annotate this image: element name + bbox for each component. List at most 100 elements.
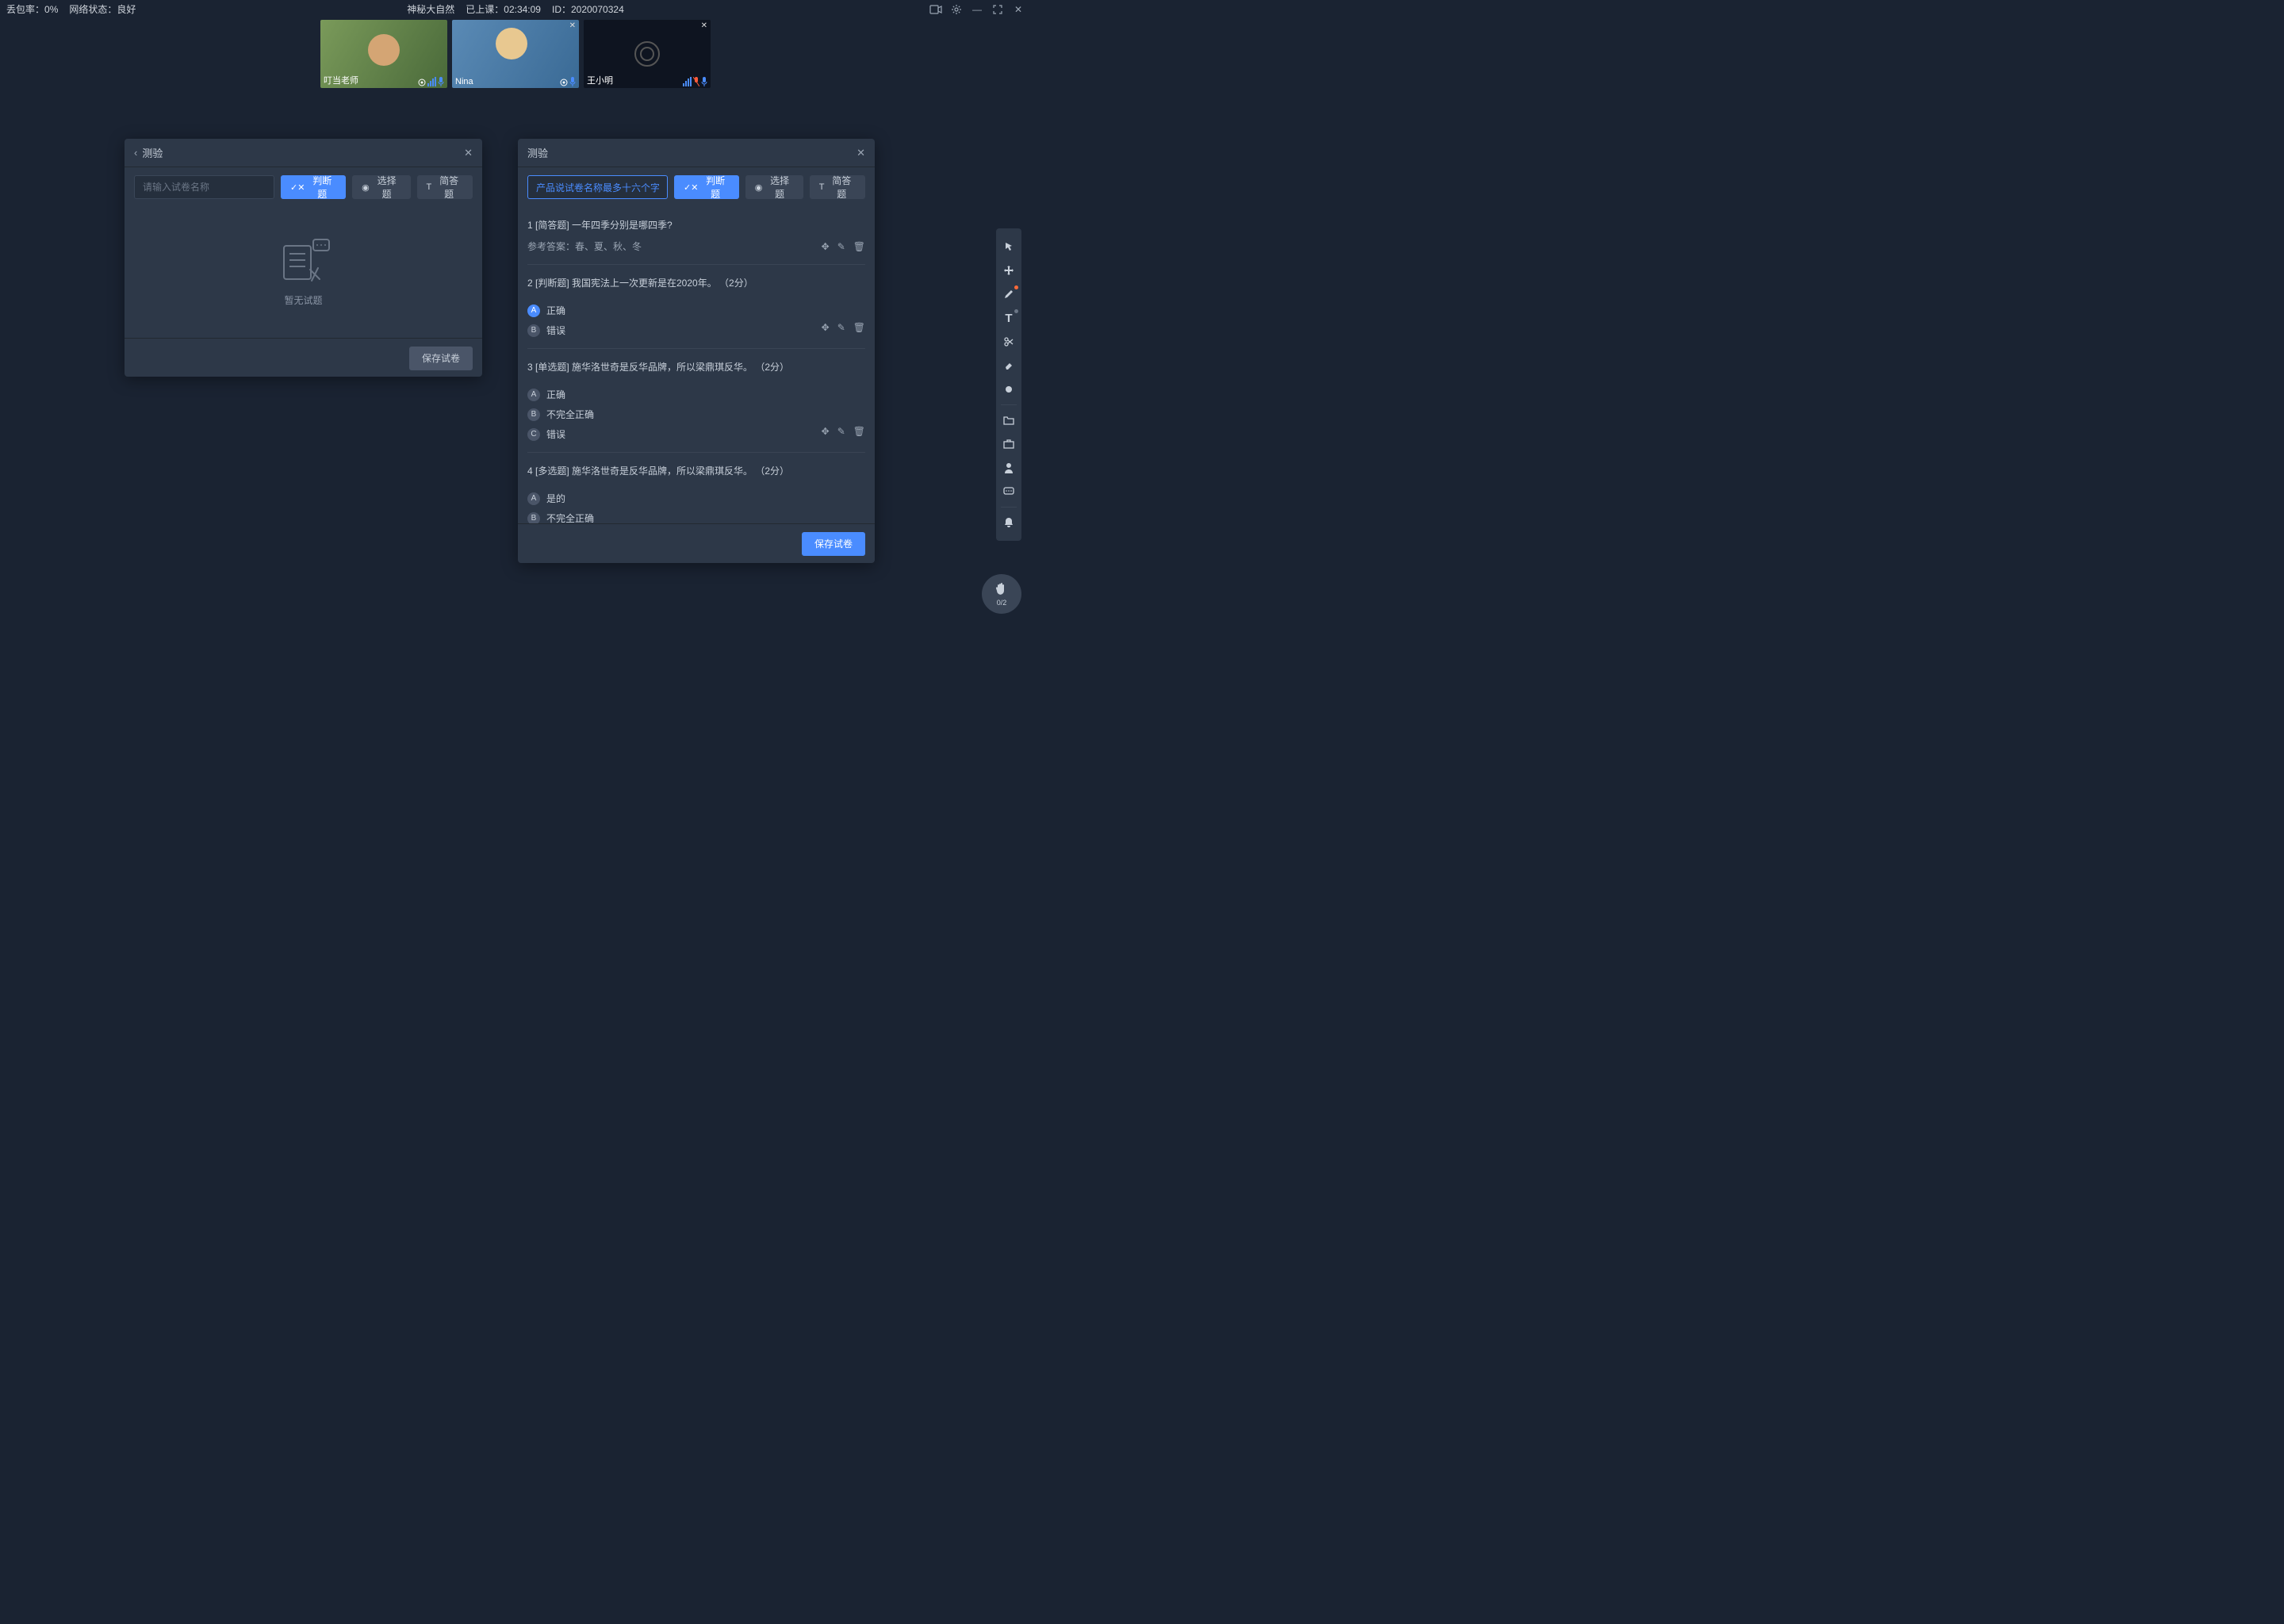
class-name: 神秘大自然 bbox=[407, 2, 454, 16]
question-option[interactable]: B不完全正确 bbox=[527, 511, 594, 523]
question-item: 3 [单选题] 施华洛世奇是反华品牌，所以梁鼎琪反华。 （2分） A 正确 B 不完全正… bbox=[527, 349, 865, 453]
packet-loss: 丢包率：0% bbox=[6, 2, 58, 16]
edit-icon[interactable]: ✎ bbox=[837, 426, 845, 437]
judge-icon: ✓✕ bbox=[684, 182, 698, 193]
toolbox-icon[interactable] bbox=[996, 432, 1021, 456]
option-text: 正确 bbox=[546, 388, 565, 401]
color-picker-icon[interactable] bbox=[996, 377, 1021, 401]
settings-icon[interactable] bbox=[950, 3, 963, 16]
option-badge: A bbox=[527, 492, 540, 505]
close-icon[interactable]: ✕ bbox=[856, 147, 865, 159]
maximize-icon[interactable] bbox=[991, 3, 1004, 16]
video-tile-student[interactable]: ✕ Nina bbox=[452, 20, 579, 88]
option-row: A 是的 bbox=[527, 485, 865, 505]
choice-question-button[interactable]: ◉选择题 bbox=[352, 175, 410, 199]
panel-title: 测验 bbox=[527, 145, 548, 160]
quiz-name-input[interactable] bbox=[134, 175, 274, 199]
short-answer-button[interactable]: T简答题 bbox=[417, 175, 473, 199]
raise-hand-button[interactable]: 0/2 bbox=[982, 574, 1021, 614]
text-tool-icon[interactable]: T bbox=[996, 306, 1021, 330]
empty-quiz-icon bbox=[272, 238, 335, 285]
video-name: Nina bbox=[455, 77, 473, 86]
signal-icon bbox=[560, 79, 568, 86]
judge-question-button[interactable]: ✓✕判断题 bbox=[674, 175, 739, 199]
empty-text: 暂无试题 bbox=[284, 293, 322, 307]
scissors-tool-icon[interactable] bbox=[996, 330, 1021, 354]
save-quiz-button[interactable]: 保存试卷 bbox=[409, 347, 473, 370]
mic-muted-icon bbox=[693, 77, 699, 86]
network-status: 网络状态：良好 bbox=[69, 2, 136, 16]
tool-sidebar: T bbox=[996, 228, 1021, 541]
minimize-icon[interactable]: — bbox=[971, 3, 983, 16]
video-strip: 叮当老师 ✕ Nina ✕ 王小明 bbox=[0, 18, 1031, 88]
signal-icon bbox=[418, 79, 426, 86]
option-row: A 正确 bbox=[527, 381, 865, 401]
person-icon[interactable] bbox=[996, 456, 1021, 480]
option-badge: B bbox=[527, 324, 540, 337]
back-icon[interactable]: ‹ bbox=[134, 147, 137, 159]
move-icon[interactable]: ✥ bbox=[822, 426, 830, 437]
video-name: 叮当老师 bbox=[324, 74, 358, 86]
empty-state: 暂无试题 bbox=[125, 207, 482, 338]
question-item: 2 [判断题] 我国宪法上一次更新是在2020年。 （2分）A正确B错误✥✎🗑 bbox=[527, 265, 865, 349]
panel-title: 测验 bbox=[142, 145, 163, 160]
chat-icon[interactable] bbox=[996, 480, 1021, 504]
video-close-icon[interactable]: ✕ bbox=[701, 21, 707, 30]
quiz-panel-empty: ‹ 测验 ✕ ✓✕判断题 ◉选择题 T简答题 暂无试题 保存试卷 bbox=[125, 139, 482, 377]
question-option[interactable]: B 不完全正确 bbox=[527, 408, 594, 421]
delete-icon[interactable]: 🗑 bbox=[853, 322, 865, 333]
judge-question-button[interactable]: ✓✕判断题 bbox=[281, 175, 346, 199]
option-badge: A bbox=[527, 304, 540, 317]
question-option[interactable]: A正确 bbox=[527, 304, 565, 317]
choice-question-button[interactable]: ◉选择题 bbox=[745, 175, 803, 199]
choice-icon: ◉ bbox=[362, 182, 370, 193]
close-icon[interactable]: ✕ bbox=[464, 147, 473, 159]
question-answer: 参考答案：春、夏、秋、冬✥✎🗑 bbox=[527, 239, 865, 253]
option-text: 是的 bbox=[546, 492, 565, 505]
edit-icon[interactable]: ✎ bbox=[837, 322, 845, 333]
option-row: B 错误 ✥ ✎ 🗑 bbox=[527, 317, 865, 337]
option-badge: B bbox=[527, 512, 540, 524]
pointer-tool-icon[interactable] bbox=[996, 235, 1021, 259]
video-name: 王小明 bbox=[587, 74, 613, 86]
quiz-name-input[interactable] bbox=[527, 175, 668, 199]
question-option[interactable]: B 错误 bbox=[527, 324, 565, 337]
close-icon[interactable]: ✕ bbox=[1012, 3, 1025, 16]
question-option[interactable]: C 错误 bbox=[527, 427, 565, 441]
hand-icon bbox=[994, 581, 1009, 597]
question-title: 1 [简答题] 一年四季分别是哪四季? bbox=[527, 218, 865, 232]
delete-icon[interactable]: 🗑 bbox=[853, 241, 865, 252]
move-icon[interactable]: ✥ bbox=[822, 241, 830, 252]
camera-icon[interactable] bbox=[929, 3, 942, 16]
video-close-icon[interactable]: ✕ bbox=[569, 21, 576, 30]
judge-icon: ✓✕ bbox=[290, 182, 305, 193]
move-tool-icon[interactable] bbox=[996, 259, 1021, 282]
eraser-tool-icon[interactable] bbox=[996, 354, 1021, 377]
question-option[interactable]: A 正确 bbox=[527, 388, 565, 401]
question-title: 4 [多选题] 施华洛世奇是反华品牌，所以梁鼎琪反华。 （2分） bbox=[527, 464, 865, 477]
move-icon[interactable]: ✥ bbox=[822, 322, 830, 333]
question-title: 3 [单选题] 施华洛世奇是反华品牌，所以梁鼎琪反华。 （2分） bbox=[527, 360, 865, 373]
short-answer-button[interactable]: T简答题 bbox=[810, 175, 865, 199]
option-text: 错误 bbox=[546, 427, 565, 441]
save-quiz-button[interactable]: 保存试卷 bbox=[802, 532, 865, 556]
option-badge: C bbox=[527, 428, 540, 441]
mic-icon bbox=[569, 77, 576, 86]
option-badge: B bbox=[527, 408, 540, 421]
mic-icon bbox=[701, 77, 707, 86]
volume-bars-icon bbox=[427, 77, 436, 86]
option-text: 不完全正确 bbox=[546, 408, 594, 421]
video-tile-teacher[interactable]: 叮当老师 bbox=[320, 20, 447, 88]
hand-count: 0/2 bbox=[997, 599, 1007, 607]
folder-icon[interactable] bbox=[996, 408, 1021, 432]
question-option[interactable]: A 是的 bbox=[527, 492, 565, 505]
option-text: 错误 bbox=[546, 324, 565, 337]
video-tile-student[interactable]: ✕ 王小明 bbox=[584, 20, 711, 88]
delete-icon[interactable]: 🗑 bbox=[853, 426, 865, 437]
text-icon: T bbox=[819, 182, 825, 192]
edit-icon[interactable]: ✎ bbox=[837, 241, 845, 252]
option-badge: A bbox=[527, 389, 540, 401]
question-list[interactable]: 1 [简答题] 一年四季分别是哪四季?参考答案：春、夏、秋、冬✥✎🗑2 [判断题… bbox=[518, 207, 875, 523]
pen-tool-icon[interactable] bbox=[996, 282, 1021, 306]
bell-icon[interactable] bbox=[996, 511, 1021, 534]
